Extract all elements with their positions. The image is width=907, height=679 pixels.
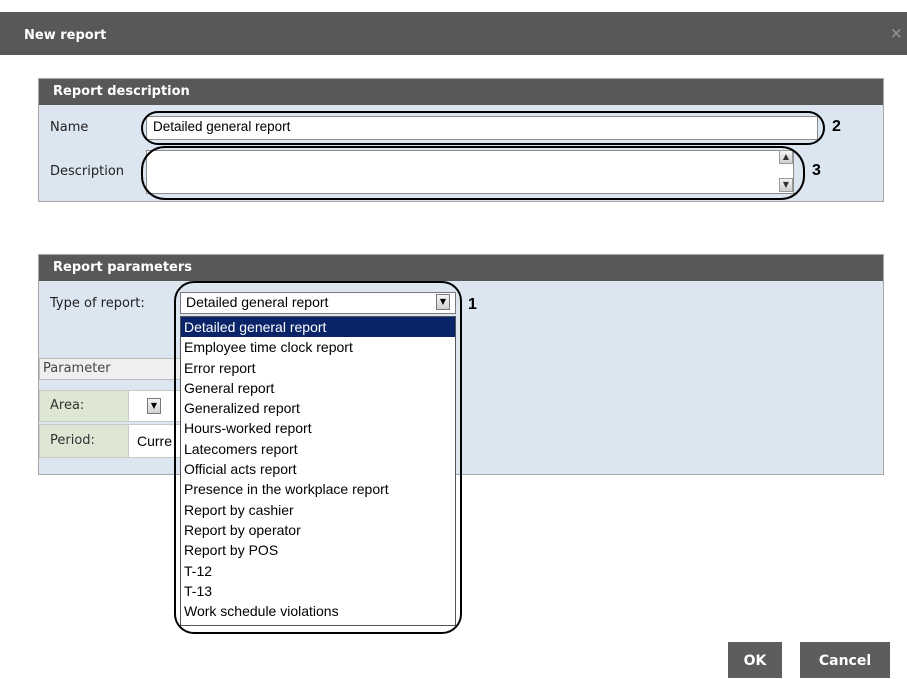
- dialog-titlebar: New report ×: [0, 12, 907, 55]
- area-label: Area:: [50, 398, 85, 413]
- type-of-report-label: Type of report:: [50, 296, 145, 311]
- description-label: Description: [50, 164, 125, 179]
- ok-button[interactable]: OK: [728, 642, 782, 678]
- name-label: Name: [50, 120, 89, 135]
- period-value: Curre: [137, 433, 173, 449]
- dialog-title: New report: [24, 28, 107, 43]
- name-callout: [141, 111, 825, 145]
- callout-number-2: 2: [832, 118, 841, 135]
- parameter-column-header: Parameter: [39, 358, 189, 380]
- period-label: Period:: [50, 433, 95, 448]
- period-label-cell: Period:: [39, 424, 129, 458]
- area-dropdown-chevron-down-icon[interactable]: ▼: [147, 398, 161, 414]
- area-label-cell: Area:: [39, 390, 129, 422]
- report-description-header: Report description: [39, 79, 883, 105]
- description-callout: [141, 146, 805, 200]
- report-parameters-header: Report parameters: [39, 255, 883, 281]
- callout-number-3: 3: [812, 162, 821, 179]
- parameter-header-label: Parameter: [43, 361, 111, 376]
- close-icon[interactable]: ×: [890, 24, 903, 42]
- report-type-callout: [174, 281, 462, 634]
- cancel-button[interactable]: Cancel: [800, 642, 890, 678]
- callout-number-1: 1: [468, 296, 477, 313]
